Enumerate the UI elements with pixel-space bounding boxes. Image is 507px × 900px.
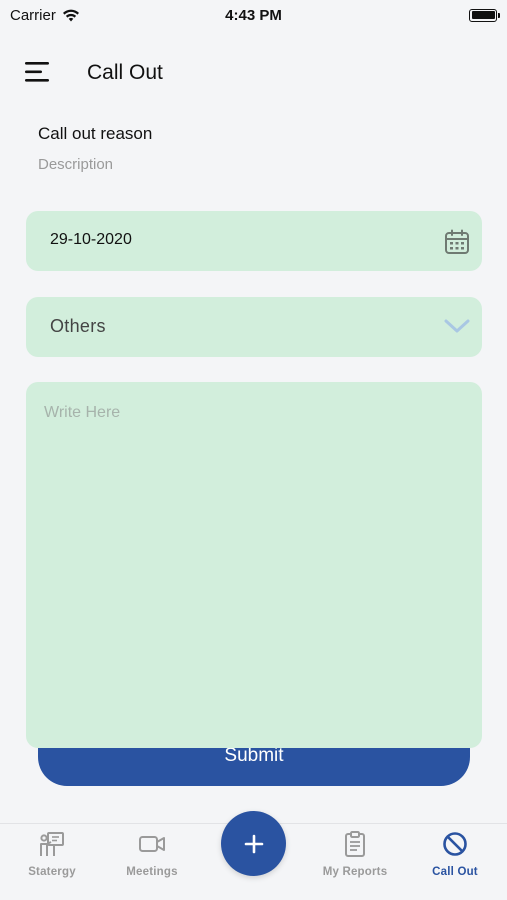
add-button[interactable] — [221, 811, 286, 876]
calendar-icon[interactable] — [444, 229, 470, 255]
wifi-icon — [62, 9, 79, 21]
hamburger-menu-icon[interactable] — [24, 59, 52, 85]
nav-label-strategy: Statergy — [28, 866, 76, 878]
nav-label-meetings: Meetings — [126, 866, 178, 878]
plus-icon — [244, 834, 263, 853]
details-textarea-container — [26, 382, 482, 748]
nav-label-my-reports: My Reports — [322, 866, 388, 878]
status-left: Carrier — [10, 7, 80, 24]
clipboard-icon — [345, 831, 365, 857]
reason-selected-value: Others — [50, 316, 106, 336]
video-camera-icon — [139, 836, 165, 852]
nav-label-call-out: Call Out — [432, 866, 478, 878]
chevron-down-icon — [444, 319, 470, 333]
prohibited-icon — [443, 832, 467, 856]
reason-select[interactable]: Others — [26, 297, 482, 357]
status-bar: Carrier 4:43 PM — [0, 0, 507, 30]
nav-item-meetings[interactable]: Meetings — [102, 830, 202, 890]
section-title: Call out reason — [38, 124, 153, 143]
nav-item-strategy[interactable]: Statergy — [2, 830, 102, 890]
nav-item-call-out[interactable]: Call Out — [405, 830, 505, 890]
nav-item-my-reports[interactable]: My Reports — [305, 830, 405, 890]
date-value: 29-10-2020 — [50, 231, 132, 248]
section-description: Description — [38, 156, 114, 173]
details-textarea[interactable] — [26, 382, 482, 748]
page-title: Call Out — [87, 61, 163, 84]
carrier-label: Carrier — [10, 6, 56, 24]
header: Call Out — [0, 52, 507, 96]
date-field[interactable]: 29-10-2020 — [26, 211, 482, 271]
battery-icon — [469, 8, 500, 22]
presentation-icon — [40, 832, 64, 856]
